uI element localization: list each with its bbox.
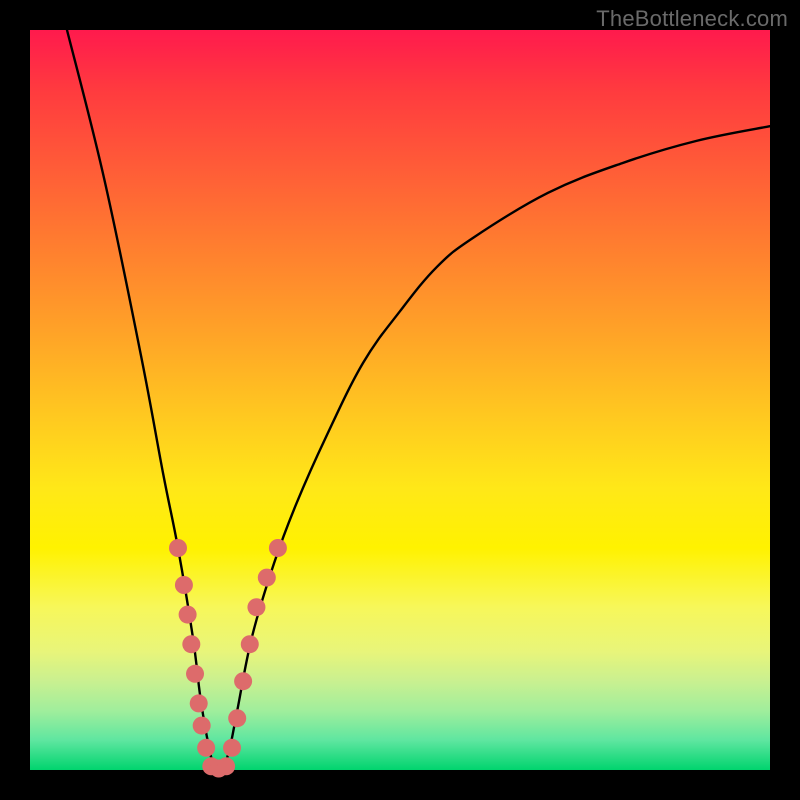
watermark-text: TheBottleneck.com [596, 6, 788, 32]
marker-dot [234, 672, 252, 690]
marker-dot [175, 576, 193, 594]
marker-dot [269, 539, 287, 557]
marker-dot [193, 717, 211, 735]
marker-dot [197, 739, 215, 757]
marker-dot [186, 665, 204, 683]
marker-dot [169, 539, 187, 557]
marker-dot [258, 569, 276, 587]
marker-dot [247, 598, 265, 616]
marker-dots [169, 539, 287, 778]
chart-svg [30, 30, 770, 770]
marker-dot [241, 635, 259, 653]
marker-dot [217, 757, 235, 775]
marker-dot [223, 739, 241, 757]
marker-dot [179, 606, 197, 624]
bottleneck-curve [67, 30, 770, 774]
marker-dot [182, 635, 200, 653]
plot-area [30, 30, 770, 770]
marker-dot [228, 709, 246, 727]
outer-frame: TheBottleneck.com [0, 0, 800, 800]
marker-dot [190, 694, 208, 712]
